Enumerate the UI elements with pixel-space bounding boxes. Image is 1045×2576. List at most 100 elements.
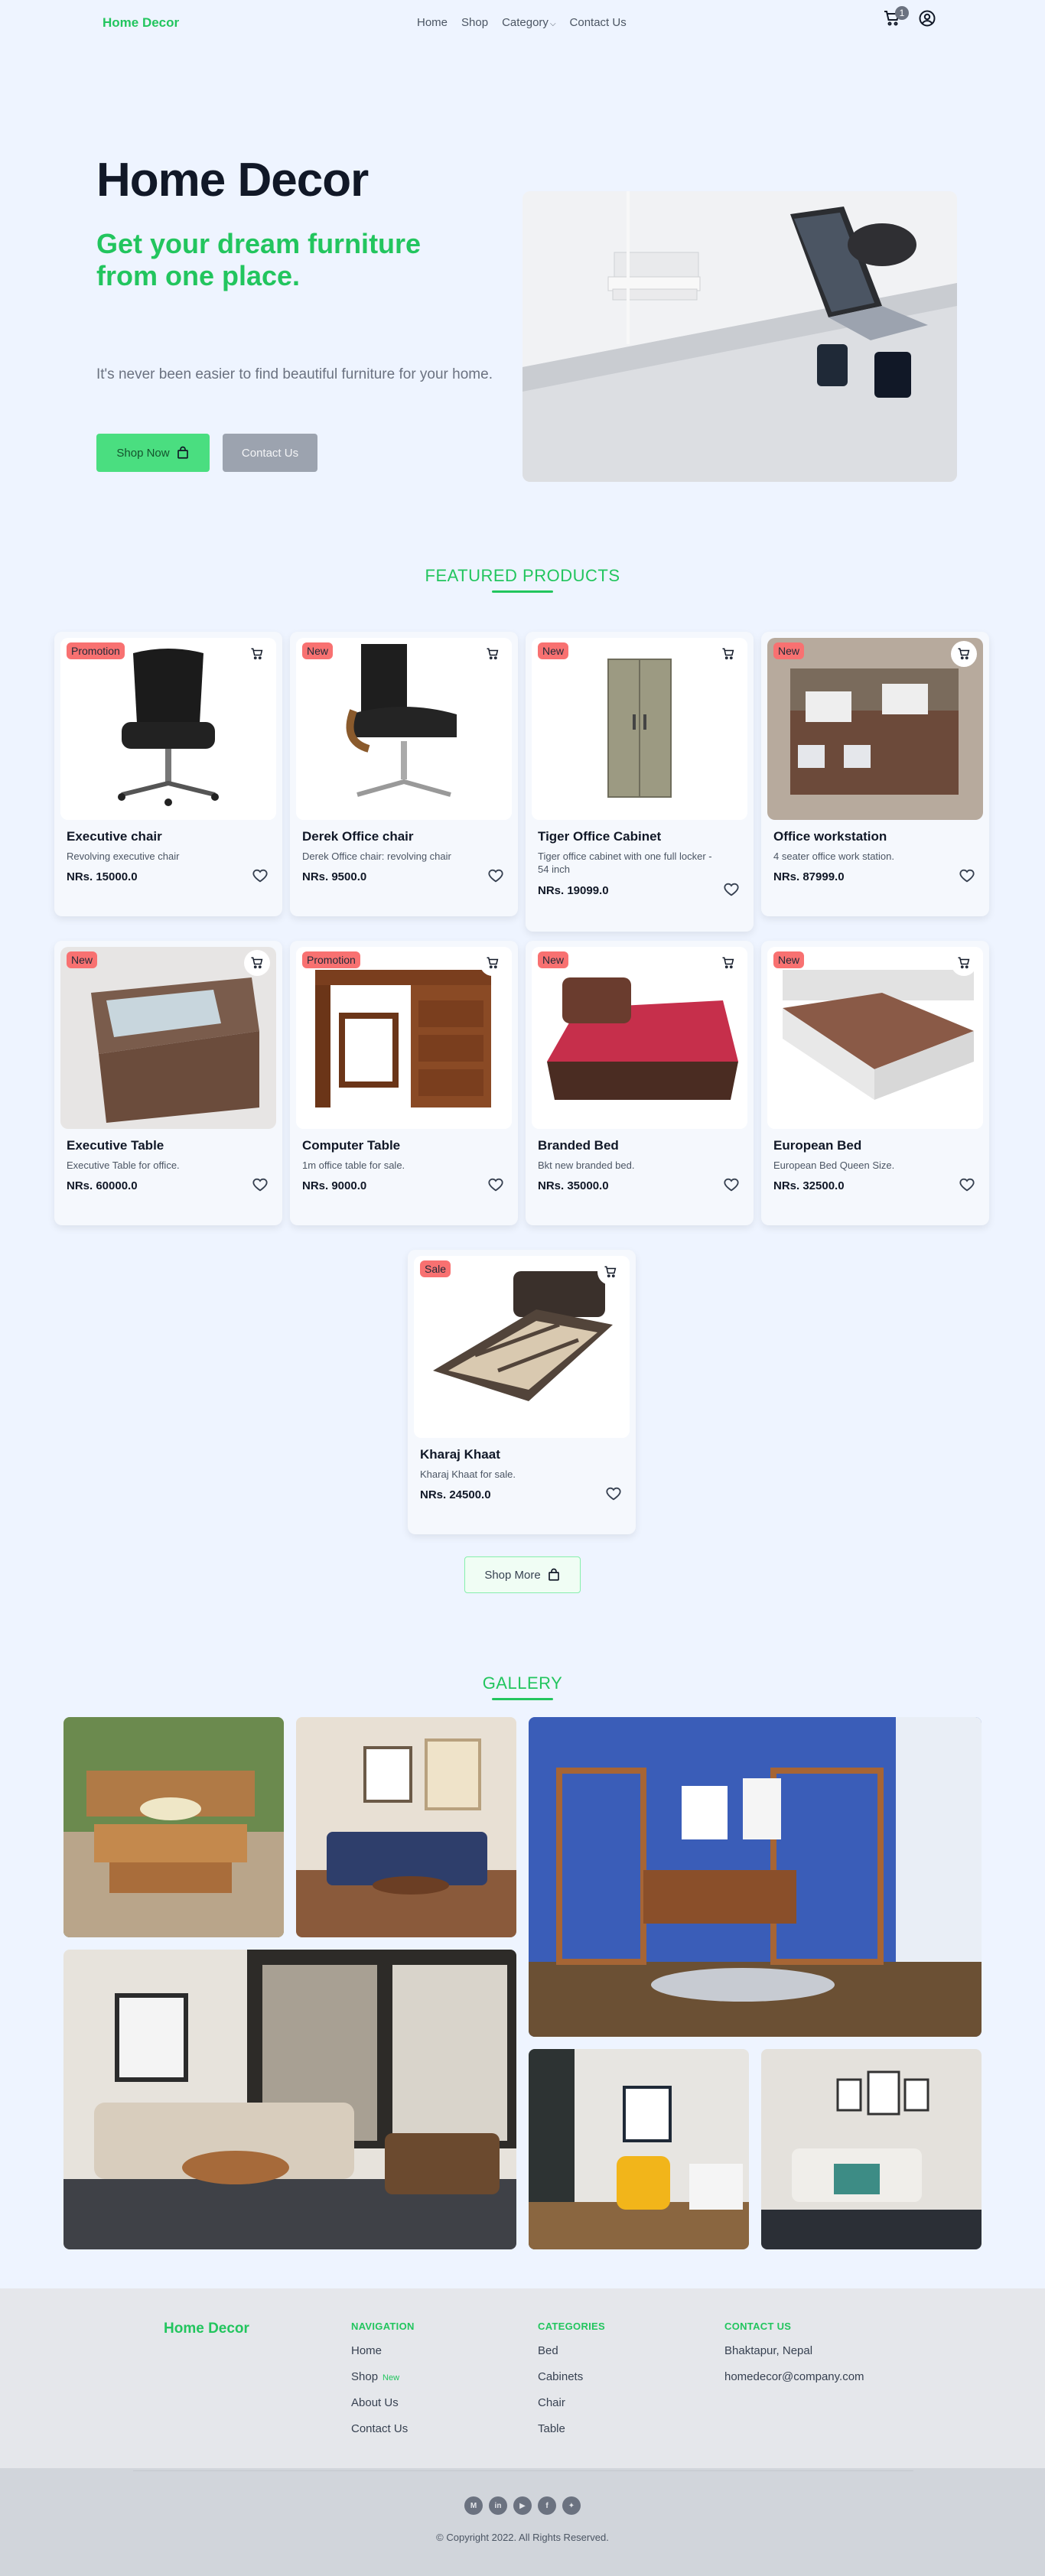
heart-icon[interactable] xyxy=(605,1485,622,1502)
product-image[interactable] xyxy=(60,638,276,820)
contact-us-button[interactable]: Contact Us xyxy=(223,434,317,472)
heart-icon[interactable] xyxy=(252,1176,269,1193)
product-card[interactable]: New Tiger Office Cabinet Tiger office cabi… xyxy=(526,632,754,932)
footer-brand[interactable]: Home Decor xyxy=(164,2321,249,2337)
heart-icon[interactable] xyxy=(487,867,504,884)
gallery-image-patio[interactable] xyxy=(63,1717,284,1937)
gallery-image-blue-office[interactable] xyxy=(529,1717,982,2037)
product-image[interactable] xyxy=(414,1256,630,1438)
twitter-icon[interactable]: ✦ xyxy=(562,2496,581,2515)
product-name[interactable]: Branded Bed xyxy=(538,1138,619,1153)
cart-icon xyxy=(604,1266,617,1278)
footer-category-bed[interactable]: Bed xyxy=(538,2344,605,2357)
product-tag-badge: New xyxy=(538,642,569,659)
add-to-cart-button[interactable] xyxy=(480,950,506,976)
nav-category-label: Category xyxy=(502,16,549,29)
product-price: NRs. 32500.0 xyxy=(773,1179,845,1192)
add-to-cart-button[interactable] xyxy=(480,641,506,667)
product-name[interactable]: Office workstation xyxy=(773,829,887,844)
facebook-icon[interactable]: f xyxy=(538,2496,556,2515)
gallery-image-white-sofa[interactable] xyxy=(761,2049,982,2249)
add-to-cart-button[interactable] xyxy=(951,641,977,667)
product-name[interactable]: Executive chair xyxy=(67,829,162,844)
product-image[interactable] xyxy=(296,638,512,820)
footer-category-cabinets[interactable]: Cabinets xyxy=(538,2370,605,2383)
product-image[interactable] xyxy=(767,947,983,1129)
featured-products-heading: FEATURED PRODUCTS xyxy=(0,566,1045,593)
medium-icon[interactable]: M xyxy=(464,2496,483,2515)
top-nav: Home Decor Home Shop Category ⌵ Contact U… xyxy=(0,0,1045,47)
product-card[interactable]: New European Bed European Bed Queen Size. N… xyxy=(761,941,989,1225)
heart-icon[interactable] xyxy=(252,867,269,884)
add-to-cart-button[interactable] xyxy=(244,950,270,976)
product-tag-badge: New xyxy=(302,642,334,659)
product-card[interactable]: New Derek Office chair Derek Office chair:… xyxy=(290,632,518,916)
user-account-icon[interactable] xyxy=(918,9,936,28)
product-card[interactable]: Promotion Computer Table 1m office table f… xyxy=(290,941,518,1225)
nav-contact[interactable]: Contact Us xyxy=(570,16,627,29)
product-card[interactable]: Sale Kharaj Khaat Kharaj Khaat for sale. NR… xyxy=(408,1250,636,1534)
product-card[interactable]: New Office workstation 4 seater office wor… xyxy=(761,632,989,916)
nav-links: Home Shop Category ⌵ Contact Us xyxy=(417,16,627,29)
footer-link-shop-label: Shop xyxy=(351,2370,379,2383)
footer-link-shop[interactable]: Shop New xyxy=(351,2370,415,2383)
cart-icon xyxy=(251,957,263,969)
product-name[interactable]: Tiger Office Cabinet xyxy=(538,829,661,844)
footer-navigation: NAVIGATION Home Shop New About Us Contact… xyxy=(351,2321,415,2448)
product-image[interactable] xyxy=(60,947,276,1129)
product-image[interactable] xyxy=(296,947,512,1129)
footer-link-contact[interactable]: Contact Us xyxy=(351,2422,415,2435)
youtube-icon[interactable]: ▶ xyxy=(513,2496,532,2515)
cart-button[interactable]: 1 xyxy=(883,6,909,28)
gallery-image-modern-lounge[interactable] xyxy=(63,1950,516,2249)
heart-icon[interactable] xyxy=(959,867,975,884)
social-links: M in ▶ f ✦ xyxy=(0,2496,1045,2515)
product-tag-badge: New xyxy=(67,951,98,968)
add-to-cart-button[interactable] xyxy=(244,641,270,667)
add-to-cart-button[interactable] xyxy=(951,950,977,976)
product-name[interactable]: Executive Table xyxy=(67,1138,164,1153)
gallery-image-yellow-chair[interactable] xyxy=(529,2049,749,2249)
product-name[interactable]: Computer Table xyxy=(302,1138,400,1153)
cart-icon xyxy=(487,957,499,969)
footer-email[interactable]: homedecor@company.com xyxy=(724,2370,864,2383)
add-to-cart-button[interactable] xyxy=(597,1259,623,1285)
product-image[interactable] xyxy=(532,638,747,820)
product-card[interactable]: Promotion Executive chair Revolving execut… xyxy=(54,632,282,916)
product-card[interactable]: New Branded Bed Bkt new branded bed. NRs. 3… xyxy=(526,941,754,1225)
product-description: European Bed Queen Size. xyxy=(773,1160,895,1171)
nav-home[interactable]: Home xyxy=(417,16,448,29)
footer-category-table[interactable]: Table xyxy=(538,2422,605,2435)
product-description: Kharaj Khaat for sale. xyxy=(420,1469,516,1480)
heart-icon[interactable] xyxy=(487,1176,504,1193)
footer-category-chair[interactable]: Chair xyxy=(538,2396,605,2409)
gallery-image-living-room-blue-sofa[interactable] xyxy=(296,1717,516,1937)
product-image[interactable] xyxy=(767,638,983,820)
product-card[interactable]: New Executive Table Executive Table for of… xyxy=(54,941,282,1225)
shop-more-button[interactable]: Shop More xyxy=(464,1556,581,1593)
product-name[interactable]: Derek Office chair xyxy=(302,829,414,844)
add-to-cart-button[interactable] xyxy=(715,641,741,667)
product-name[interactable]: European Bed xyxy=(773,1138,861,1153)
nav-category[interactable]: Category ⌵ xyxy=(502,16,555,29)
brand-logo[interactable]: Home Decor xyxy=(103,15,179,31)
hero-subtitle: Get your dream furniture from one place. xyxy=(96,228,422,291)
footer-link-home[interactable]: Home xyxy=(351,2344,415,2357)
nav-shop[interactable]: Shop xyxy=(461,16,488,29)
heart-icon[interactable] xyxy=(723,881,740,898)
footer-link-about[interactable]: About Us xyxy=(351,2396,415,2409)
shop-now-button[interactable]: Shop Now xyxy=(96,434,210,472)
footer-categories-heading: CATEGORIES xyxy=(538,2321,605,2332)
shopping-bag-icon xyxy=(548,1568,559,1581)
footer-categories: CATEGORIES Bed Cabinets Chair Table xyxy=(538,2321,605,2448)
add-to-cart-button[interactable] xyxy=(715,950,741,976)
hero-title: Home Decor xyxy=(96,154,369,207)
chevron-down-icon: ⌵ xyxy=(549,20,556,28)
product-image[interactable] xyxy=(532,947,747,1129)
product-price: NRs. 87999.0 xyxy=(773,870,845,883)
heart-icon[interactable] xyxy=(723,1176,740,1193)
footer-divider xyxy=(133,2470,913,2471)
heart-icon[interactable] xyxy=(959,1176,975,1193)
linkedin-icon[interactable]: in xyxy=(489,2496,507,2515)
product-name[interactable]: Kharaj Khaat xyxy=(420,1447,500,1462)
